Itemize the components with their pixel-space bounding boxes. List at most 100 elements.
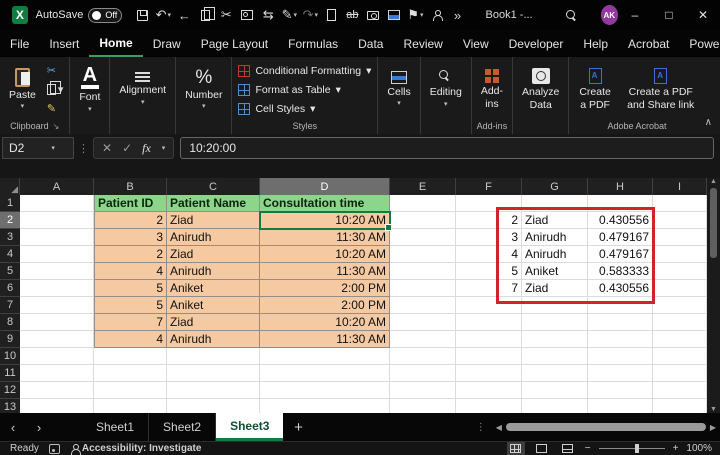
tab-file[interactable]: File <box>0 32 39 56</box>
cancel-button[interactable]: ✕ <box>102 141 112 155</box>
column-header-A[interactable]: A <box>20 178 94 195</box>
cell-A6[interactable] <box>20 280 94 297</box>
search-button[interactable] <box>561 4 581 26</box>
zoom-slider[interactable] <box>599 448 665 449</box>
cell-H10[interactable] <box>588 348 653 365</box>
cell-E10[interactable] <box>390 348 456 365</box>
touch-mode-button[interactable]: ✎▾ <box>279 4 299 26</box>
cell-H8[interactable] <box>588 314 653 331</box>
cell-B5[interactable]: 4 <box>94 263 167 280</box>
row-header-10[interactable]: 10 <box>0 348 20 365</box>
cell-I1[interactable] <box>653 195 707 212</box>
cell-G12[interactable] <box>522 382 588 399</box>
cell-I3[interactable] <box>653 229 707 246</box>
cell-A11[interactable] <box>20 365 94 382</box>
row-header-2[interactable]: 2 <box>0 212 20 229</box>
cell-D9[interactable]: 11:30 AM <box>260 331 390 348</box>
zoom-in-button[interactable]: + <box>673 443 679 454</box>
cell-C3[interactable]: Anirudh <box>167 229 260 246</box>
cell-C5[interactable]: Anirudh <box>167 263 260 280</box>
cell-A13[interactable] <box>20 399 94 413</box>
column-header-D[interactable]: D <box>260 178 390 195</box>
cell-C1[interactable]: Patient Name <box>167 195 260 212</box>
cell-B9[interactable]: 4 <box>94 331 167 348</box>
cell-E1[interactable] <box>390 195 456 212</box>
cell-A3[interactable] <box>20 229 94 246</box>
cell-E8[interactable] <box>390 314 456 331</box>
cell-I12[interactable] <box>653 382 707 399</box>
cell-H11[interactable] <box>588 365 653 382</box>
select-all-corner[interactable]: ◢ <box>0 178 20 195</box>
cell-G10[interactable] <box>522 348 588 365</box>
row-header-13[interactable]: 13 <box>0 399 20 413</box>
cell-C9[interactable]: Anirudh <box>167 331 260 348</box>
cell-B8[interactable]: 7 <box>94 314 167 331</box>
cell-D1[interactable]: Consultation time <box>260 195 390 212</box>
cell-C10[interactable] <box>167 348 260 365</box>
cell-I2[interactable] <box>653 212 707 229</box>
back-button[interactable]: ← <box>174 4 194 26</box>
cell-F13[interactable] <box>456 399 522 413</box>
addins-button[interactable]: Add-ins <box>474 59 510 120</box>
name-box[interactable]: D2 ▾ <box>2 137 74 159</box>
cell-B2[interactable]: 2 <box>94 212 167 229</box>
cell-C7[interactable]: Aniket <box>167 297 260 314</box>
cell-B4[interactable]: 2 <box>94 246 167 263</box>
autosave-control[interactable]: AutoSave Off <box>36 8 123 23</box>
cell-D12[interactable] <box>260 382 390 399</box>
cell-A2[interactable] <box>20 212 94 229</box>
scroll-right-icon[interactable]: ▶ <box>710 423 716 432</box>
cell-B6[interactable]: 5 <box>94 280 167 297</box>
row-header-11[interactable]: 11 <box>0 365 20 382</box>
undo-button[interactable]: ↶▾ <box>153 4 173 26</box>
alignment-button[interactable]: Alignment ▾ <box>112 59 173 120</box>
cell-A10[interactable] <box>20 348 94 365</box>
row-header-8[interactable]: 8 <box>0 314 20 331</box>
accessibility-status[interactable]: Accessibility: Investigate <box>70 443 202 454</box>
cell-C2[interactable]: Ziad <box>167 212 260 229</box>
cell-C12[interactable] <box>167 382 260 399</box>
cell-E5[interactable] <box>390 263 456 280</box>
cell-I13[interactable] <box>653 399 707 413</box>
minimize-button[interactable]: – <box>618 0 652 30</box>
cut-button[interactable]: ✂ <box>216 4 236 26</box>
cells-button[interactable]: Cells ▾ <box>380 59 417 120</box>
cell-D6[interactable]: 2:00 PM <box>260 280 390 297</box>
cell-F12[interactable] <box>456 382 522 399</box>
cell-D13[interactable] <box>260 399 390 413</box>
previous-sheet-button[interactable]: ‹ <box>0 420 26 435</box>
row-header-3[interactable]: 3 <box>0 229 20 246</box>
conditional-formatting-button[interactable]: Conditional Formatting ▾ <box>234 62 375 80</box>
column-header-F[interactable]: F <box>456 178 522 195</box>
cell-G11[interactable] <box>522 365 588 382</box>
sheet-tab-sheet1[interactable]: Sheet1 <box>82 413 149 441</box>
tab-review[interactable]: Review <box>393 32 452 56</box>
add-sheet-button[interactable]: + <box>283 419 313 436</box>
row-header-6[interactable]: 6 <box>0 280 20 297</box>
cell-A9[interactable] <box>20 331 94 348</box>
strikethrough-button[interactable]: ab <box>342 4 362 26</box>
zoom-out-button[interactable]: − <box>585 443 591 454</box>
tab-insert[interactable]: Insert <box>39 32 89 56</box>
scroll-up-icon[interactable]: ▲ <box>710 178 717 185</box>
tab-help[interactable]: Help <box>573 32 618 56</box>
cell-F11[interactable] <box>456 365 522 382</box>
page-layout-view-button[interactable] <box>533 442 551 455</box>
vertical-scroll-thumb[interactable] <box>710 188 717 258</box>
cell-E9[interactable] <box>390 331 456 348</box>
cell-D5[interactable]: 11:30 AM <box>260 263 390 280</box>
number-button[interactable]: % Number ▾ <box>178 59 229 120</box>
cell-B3[interactable]: 3 <box>94 229 167 246</box>
cell-I9[interactable] <box>653 331 707 348</box>
vertical-scrollbar[interactable]: ▲ ▼ <box>707 178 720 413</box>
cell-F9[interactable] <box>456 331 522 348</box>
copy-button[interactable] <box>195 4 215 26</box>
cell-H9[interactable] <box>588 331 653 348</box>
font-button[interactable]: A Font ▾ <box>72 59 107 120</box>
people-search-button[interactable] <box>427 4 447 26</box>
cell-A4[interactable] <box>20 246 94 263</box>
autosave-toggle[interactable]: Off <box>88 8 122 23</box>
cell-I11[interactable] <box>653 365 707 382</box>
insert-function-button[interactable]: fx <box>142 141 151 156</box>
scroll-left-icon[interactable]: ◀ <box>496 423 502 432</box>
